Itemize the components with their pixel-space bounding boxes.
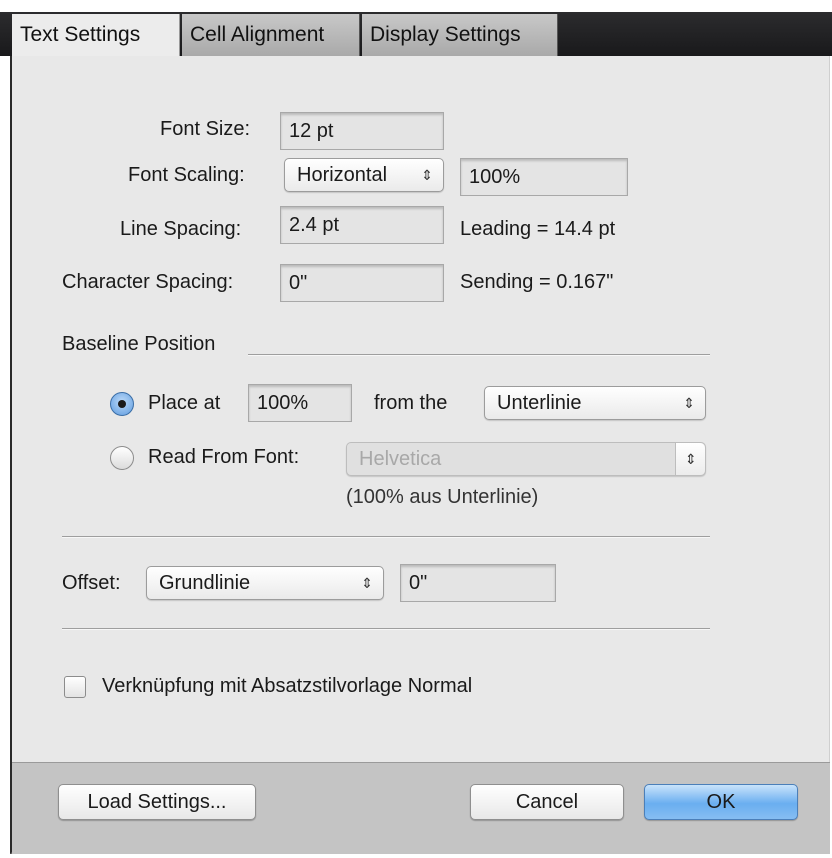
from-the-label: from the [374, 392, 448, 414]
font-size-label: Font Size: [160, 118, 251, 140]
section-divider-1 [62, 536, 710, 538]
tab-cell-alignment[interactable]: Cell Alignment [182, 14, 360, 56]
character-spacing-label: Character Spacing: [62, 271, 234, 293]
read-from-font-value: Helvetica [359, 448, 442, 470]
section-divider-2 [62, 628, 710, 630]
line-spacing-field[interactable]: 2.4 pt [280, 206, 444, 244]
baseline-reference-value: Unterlinie [497, 392, 582, 414]
cancel-button[interactable]: Cancel [470, 784, 624, 820]
line-spacing-label: Line Spacing: [120, 218, 242, 240]
link-paragraph-style-label: Verknüpfung mit Absatzstilvorlage Normal [102, 675, 473, 697]
ok-button[interactable]: OK [644, 784, 798, 820]
popup-arrow-button: ⇕ [675, 443, 705, 475]
place-at-radio[interactable] [110, 392, 134, 416]
font-scaling-field[interactable]: 100% [460, 158, 628, 196]
load-settings-button[interactable]: Load Settings... [58, 784, 256, 820]
sending-readout: Sending = 0.167" [460, 271, 614, 293]
offset-mode-popup[interactable]: Grundlinie ⇕ [146, 566, 384, 600]
font-scaling-popup[interactable]: Horizontal ⇕ [284, 158, 444, 192]
tab-text-settings[interactable]: Text Settings [12, 14, 180, 56]
font-scaling-label: Font Scaling: [128, 164, 245, 186]
link-paragraph-style-checkbox[interactable] [64, 676, 86, 698]
baseline-position-heading: Baseline Position [62, 333, 216, 355]
font-size-field[interactable]: 12 pt [280, 112, 444, 150]
offset-label: Offset: [62, 572, 121, 594]
read-from-font-radio[interactable] [110, 446, 134, 470]
character-spacing-field[interactable]: 0" [280, 264, 444, 302]
leading-readout: Leading = 14.4 pt [460, 218, 616, 240]
read-from-font-popup[interactable]: Helvetica ⇕ [346, 442, 706, 476]
updown-chevron-icon: ⇕ [685, 451, 697, 467]
place-at-field[interactable]: 100% [248, 384, 352, 422]
updown-chevron-icon: ⇕ [361, 575, 373, 591]
baseline-reference-popup[interactable]: Unterlinie ⇕ [484, 386, 706, 420]
baseline-divider [248, 354, 710, 356]
offset-mode-value: Grundlinie [159, 572, 251, 594]
updown-chevron-icon: ⇕ [421, 167, 433, 183]
tab-display-settings[interactable]: Display Settings [362, 14, 558, 56]
offset-field[interactable]: 0" [400, 564, 556, 602]
font-scaling-popup-value: Horizontal [297, 164, 388, 186]
updown-chevron-icon: ⇕ [683, 395, 695, 411]
font-baseline-note: (100% aus Unterlinie) [346, 486, 539, 508]
read-from-font-label: Read From Font: [148, 446, 300, 468]
place-at-label: Place at [148, 392, 221, 414]
